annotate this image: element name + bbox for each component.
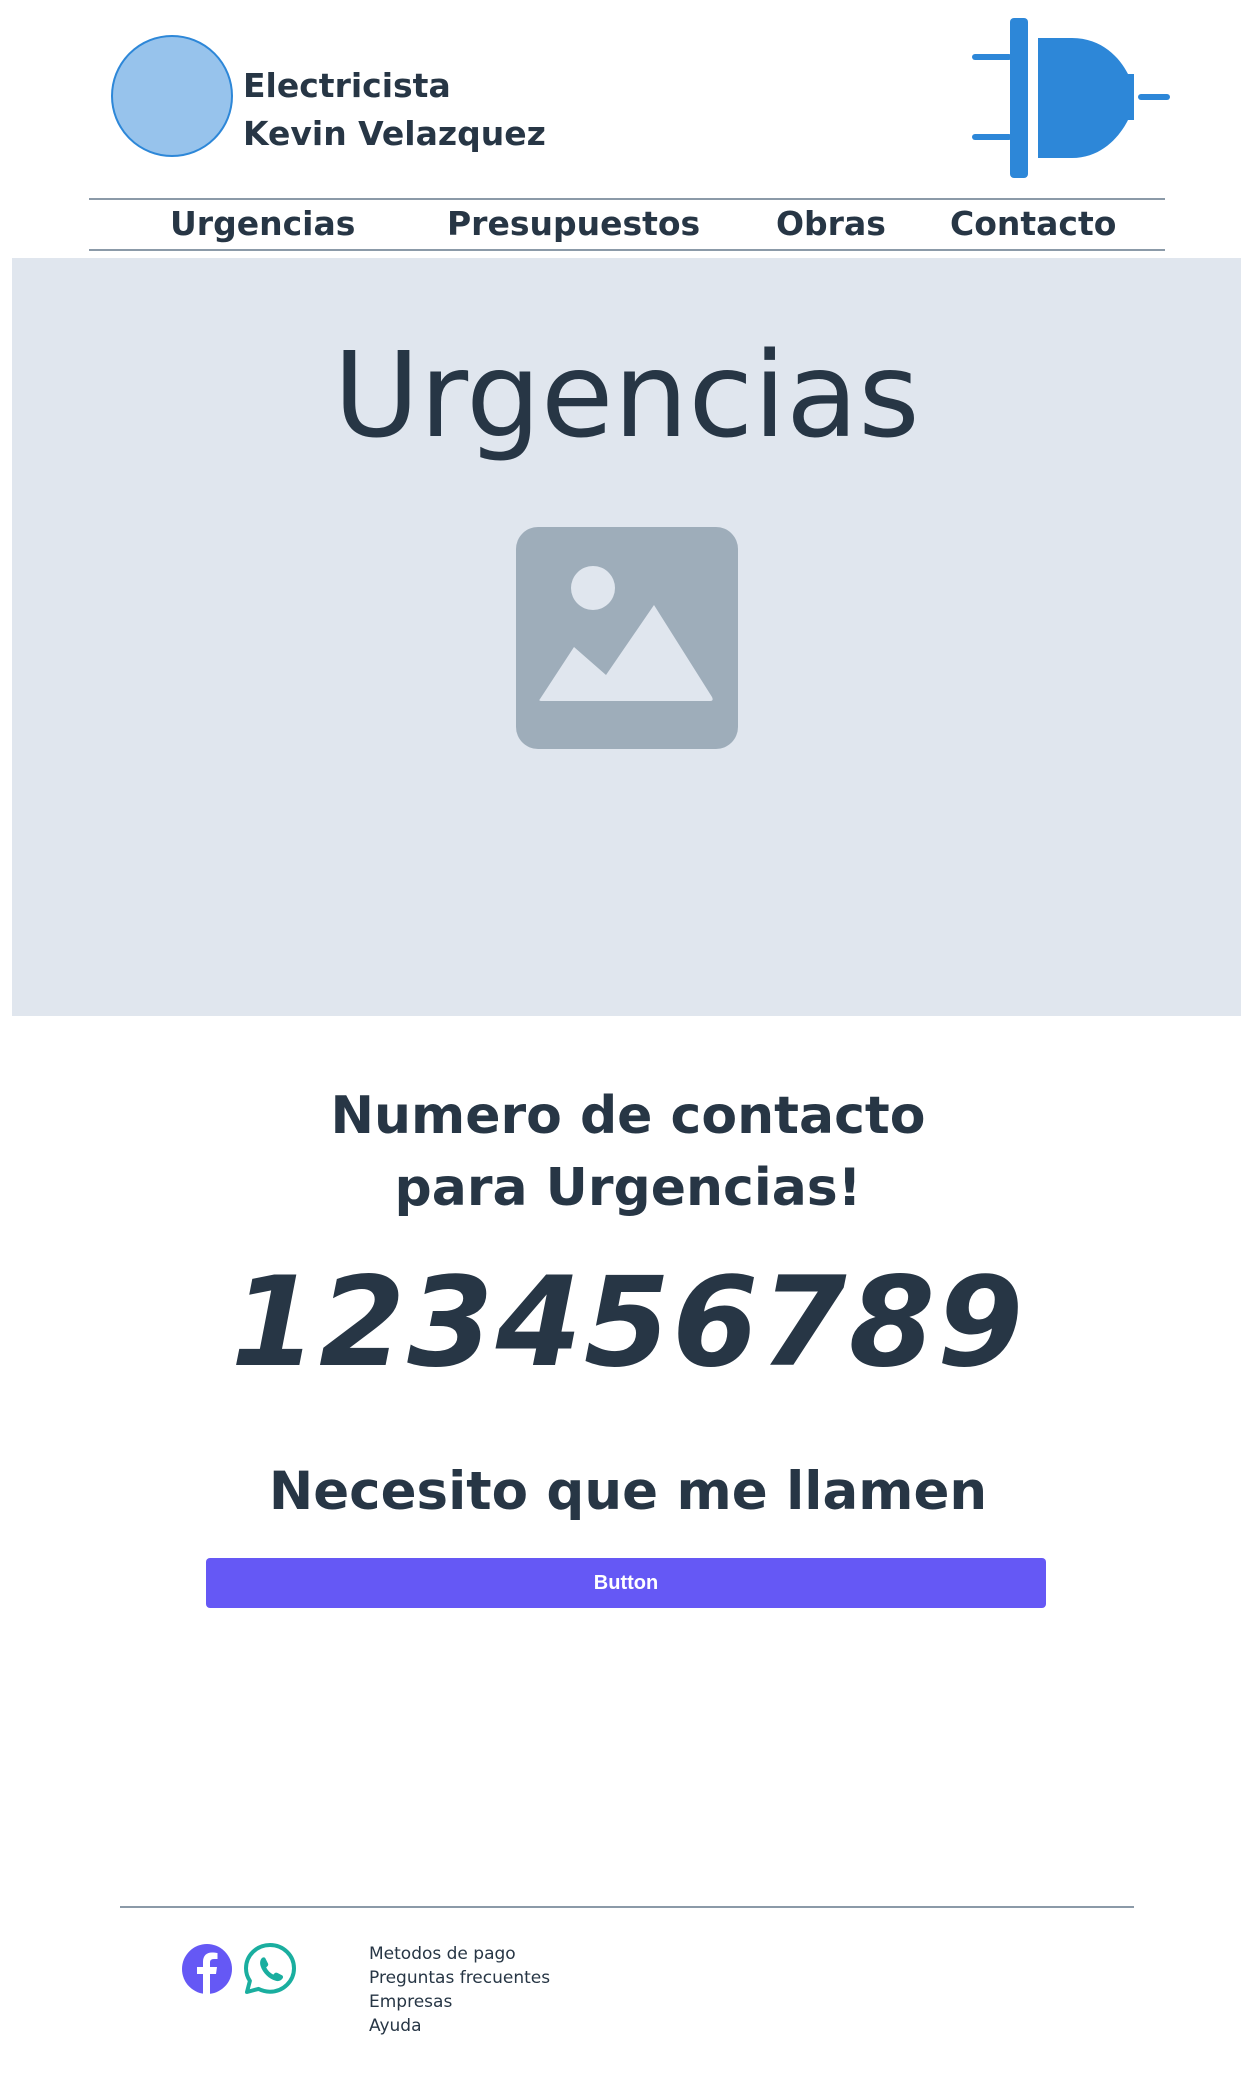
- brand-title: Electricista: [243, 66, 451, 105]
- avatar: [111, 35, 233, 157]
- image-placeholder-icon: [516, 527, 738, 749]
- footer-links: Metodos de pago Preguntas frecuentes Emp…: [369, 1942, 550, 2038]
- phone-number: 123456789: [230, 1251, 1026, 1395]
- contact-heading-line2: para Urgencias!: [394, 1158, 862, 1218]
- nav-divider-bottom: [89, 249, 1165, 251]
- plug-icon: [972, 18, 1170, 178]
- nav-item-obras[interactable]: Obras: [776, 202, 886, 246]
- contact-heading-line1: Numero de contacto: [330, 1086, 926, 1146]
- page: Electricista Kevin Velazquez Urgencias P…: [0, 0, 1256, 2096]
- footer-link-empresas[interactable]: Empresas: [369, 1990, 550, 2014]
- nav-item-presupuestos[interactable]: Presupuestos: [447, 202, 700, 246]
- contact-heading: Numero de contacto para Urgencias!: [0, 1080, 1256, 1224]
- callback-heading: Necesito que me llamen: [268, 1461, 988, 1522]
- footer-link-ayuda[interactable]: Ayuda: [369, 2014, 550, 2038]
- nav-item-urgencias[interactable]: Urgencias: [170, 202, 355, 246]
- hero-title: Urgencias: [333, 326, 920, 464]
- footer-link-preguntas-frecuentes[interactable]: Preguntas frecuentes: [369, 1966, 550, 1990]
- footer-divider: [120, 1906, 1134, 1908]
- footer-link-metodos-de-pago[interactable]: Metodos de pago: [369, 1942, 550, 1966]
- hero-section: Urgencias: [12, 258, 1241, 1016]
- whatsapp-icon[interactable]: [243, 1942, 297, 1996]
- nav-item-contacto[interactable]: Contacto: [950, 202, 1116, 246]
- callback-button[interactable]: Button: [206, 1558, 1046, 1608]
- brand-name: Electricista Kevin Velazquez: [243, 62, 546, 158]
- brand-owner: Kevin Velazquez: [243, 114, 546, 153]
- nav-divider-top: [89, 198, 1165, 200]
- facebook-icon[interactable]: [180, 1942, 234, 1996]
